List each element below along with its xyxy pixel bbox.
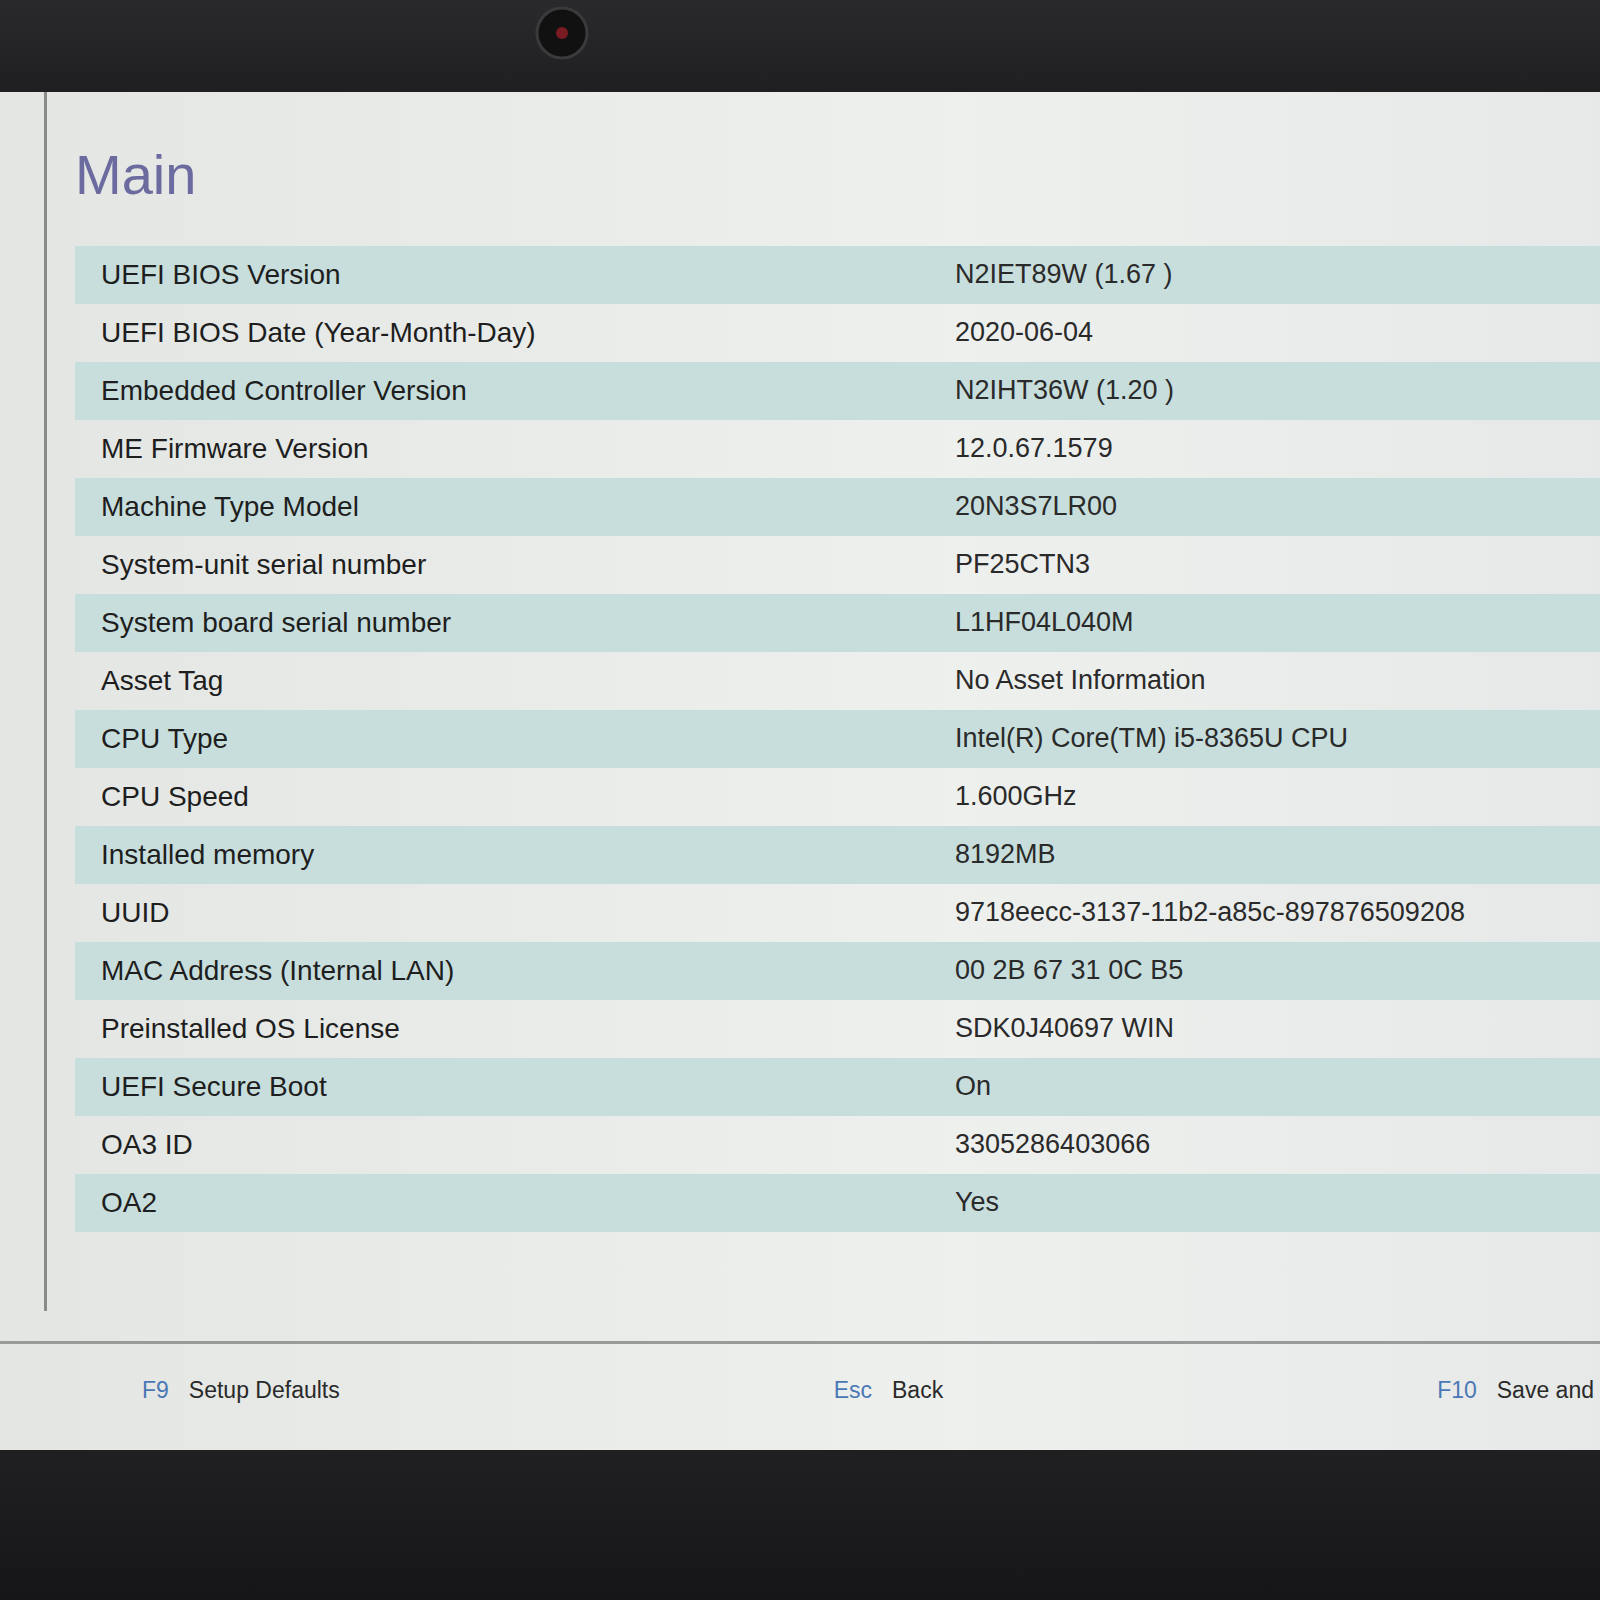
info-row: Machine Type Model20N3S7LR00 [75, 478, 1600, 536]
row-value: Yes [955, 1185, 1600, 1220]
webcam-icon [535, 6, 589, 60]
row-value: SDK0J40697 WIN [955, 1011, 1600, 1046]
info-row: UUID9718eecc-3137-11b2-a85c-897876509208 [75, 884, 1600, 942]
key-name: F9 [142, 1377, 169, 1404]
content-area: MainUEFI BIOS VersionN2IET89W (1.67 )UEF… [0, 92, 1600, 1311]
row-label: ME Firmware Version [75, 431, 955, 467]
main-panel: MainUEFI BIOS VersionN2IET89W (1.67 )UEF… [44, 92, 1600, 1311]
info-row: CPU TypeIntel(R) Core(TM) i5-8365U CPU [75, 710, 1600, 768]
info-row: ME Firmware Version12.0.67.1579 [75, 420, 1600, 478]
info-row: CPU Speed1.600GHz [75, 768, 1600, 826]
footer-bar: F9 Setup Defaults Esc Back F10 Save and [0, 1344, 1600, 1450]
key-name: Esc [834, 1377, 872, 1404]
row-label: Asset Tag [75, 663, 955, 699]
info-row: OA3 ID3305286403066 [75, 1116, 1600, 1174]
footer-key[interactable]: Esc Back [834, 1377, 943, 1404]
top-bezel [0, 0, 1600, 92]
row-label: Machine Type Model [75, 489, 955, 525]
info-row: UEFI BIOS VersionN2IET89W (1.67 ) [75, 246, 1600, 304]
row-label: UEFI BIOS Version [75, 257, 955, 293]
footer-divider [0, 1341, 1600, 1344]
row-label: CPU Speed [75, 779, 955, 815]
row-value: 1.600GHz [955, 779, 1600, 814]
page-title: Main [75, 144, 1600, 206]
info-row: System board serial numberL1HF04L040M [75, 594, 1600, 652]
info-row: Embedded Controller VersionN2IHT36W (1.2… [75, 362, 1600, 420]
row-value: 9718eecc-3137-11b2-a85c-897876509208 [955, 895, 1600, 930]
bios-screen: MainUEFI BIOS VersionN2IET89W (1.67 )UEF… [0, 92, 1600, 1450]
row-value: Intel(R) Core(TM) i5-8365U CPU [955, 721, 1600, 756]
row-label: System board serial number [75, 605, 955, 641]
row-label: OA2 [75, 1185, 955, 1221]
row-label: UEFI Secure Boot [75, 1069, 955, 1105]
info-row: Asset TagNo Asset Information [75, 652, 1600, 710]
info-row: UEFI BIOS Date (Year-Month-Day)2020-06-0… [75, 304, 1600, 362]
info-row: MAC Address (Internal LAN)00 2B 67 31 0C… [75, 942, 1600, 1000]
row-label: UEFI BIOS Date (Year-Month-Day) [75, 315, 955, 351]
info-row: OA2Yes [75, 1174, 1600, 1232]
row-label: UUID [75, 895, 955, 931]
info-row: System-unit serial numberPF25CTN3 [75, 536, 1600, 594]
row-value: 2020-06-04 [955, 315, 1600, 350]
row-value: 00 2B 67 31 0C B5 [955, 953, 1600, 988]
bottom-bezel [0, 1450, 1600, 1600]
info-row: Preinstalled OS LicenseSDK0J40697 WIN [75, 1000, 1600, 1058]
row-label: MAC Address (Internal LAN) [75, 953, 955, 989]
row-label: Embedded Controller Version [75, 373, 955, 409]
info-row: UEFI Secure BootOn [75, 1058, 1600, 1116]
row-value: 20N3S7LR00 [955, 489, 1600, 524]
key-label: Back [892, 1377, 943, 1404]
row-value: No Asset Information [955, 663, 1600, 698]
footer-key[interactable]: F9 Setup Defaults [142, 1377, 340, 1404]
row-value: N2IHT36W (1.20 ) [955, 373, 1600, 408]
row-label: OA3 ID [75, 1127, 955, 1163]
row-label: System-unit serial number [75, 547, 955, 583]
row-label: CPU Type [75, 721, 955, 757]
row-value: L1HF04L040M [955, 605, 1600, 640]
row-label: Installed memory [75, 837, 955, 873]
row-label: Preinstalled OS License [75, 1011, 955, 1047]
footer-key[interactable]: F10 Save and [1437, 1377, 1594, 1404]
key-label: Setup Defaults [189, 1377, 340, 1404]
info-table: UEFI BIOS VersionN2IET89W (1.67 )UEFI BI… [75, 246, 1600, 1232]
row-value: 8192MB [955, 837, 1600, 872]
row-value: 12.0.67.1579 [955, 431, 1600, 466]
row-value: On [955, 1069, 1600, 1104]
row-value: PF25CTN3 [955, 547, 1600, 582]
info-row: Installed memory8192MB [75, 826, 1600, 884]
row-value: 3305286403066 [955, 1127, 1600, 1162]
row-value: N2IET89W (1.67 ) [955, 257, 1600, 292]
key-label: Save and [1497, 1377, 1594, 1404]
key-name: F10 [1437, 1377, 1477, 1404]
